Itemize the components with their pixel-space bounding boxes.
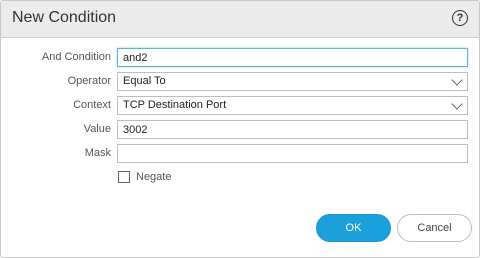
operator-label: Operator [67,75,111,87]
negate-checkbox[interactable] [118,171,130,183]
dialog-titlebar: New Condition ? [1,1,479,38]
cancel-button[interactable]: Cancel [397,214,472,242]
value-input[interactable] [117,120,468,139]
mask-label: Mask [84,147,111,159]
context-label: Context [73,99,111,111]
value-label: Value [83,123,111,135]
and-condition-input[interactable] [117,48,468,67]
negate-label: Negate [136,171,172,183]
ok-button[interactable]: OK [316,214,391,242]
dialog-title: New Condition [12,9,117,26]
and-condition-label: And Condition [41,51,111,63]
operator-select[interactable]: Equal To [117,72,468,91]
operator-value: Equal To [123,75,166,87]
new-condition-dialog: New Condition ? And Condition Operator E… [0,0,480,258]
chevron-down-icon [451,98,463,110]
context-select[interactable]: TCP Destination Port [117,96,468,115]
help-circle-icon[interactable]: ? [452,10,468,26]
chevron-down-icon [451,74,463,86]
context-value: TCP Destination Port [123,99,227,111]
mask-input[interactable] [117,144,468,163]
